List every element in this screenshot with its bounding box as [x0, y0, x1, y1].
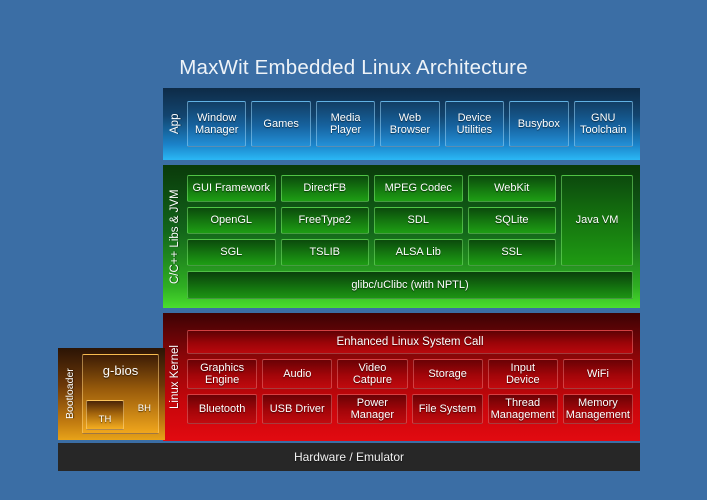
- kernel-cell-input-device[interactable]: Input Device: [487, 359, 558, 389]
- app-layer-body: Window Manager Games Media Player Web Br…: [187, 95, 633, 153]
- kernel-row-1: Graphics Engine Audio Video Catpure Stor…: [187, 359, 634, 389]
- app-cell-games[interactable]: Games: [251, 101, 311, 147]
- libs-layer-body: GUI Framework DirectFB MPEG Codec WebKit…: [187, 172, 633, 301]
- kernel-cell-storage[interactable]: Storage: [412, 359, 483, 389]
- kernel-cell-file-system[interactable]: File System: [412, 394, 483, 424]
- libs-cell-java-vm[interactable]: Java VM: [561, 174, 633, 266]
- libs-grid-left: GUI Framework DirectFB MPEG Codec WebKit…: [187, 174, 556, 266]
- kernel-cell-video-capture[interactable]: Video Catpure: [337, 359, 408, 389]
- libs-row-1: GUI Framework DirectFB MPEG Codec WebKit: [187, 174, 556, 202]
- kernel-layer-body: Enhanced Linux System Call Graphics Engi…: [187, 320, 634, 434]
- libs-layer-label: C/C++ Libs & JVM: [169, 189, 181, 284]
- libs-cell-opengl[interactable]: OpenGL: [187, 206, 276, 234]
- libs-cell-alsa-lib[interactable]: ALSA Lib: [374, 238, 463, 266]
- kernel-cell-power-manager[interactable]: Power Manager: [337, 394, 408, 424]
- app-cell-media-player[interactable]: Media Player: [315, 101, 376, 147]
- app-layer-label: App: [169, 113, 181, 135]
- kernel-cell-thread-management[interactable]: Thread Management: [487, 394, 558, 424]
- gbios-th-box[interactable]: TH: [86, 400, 124, 430]
- layer-stack: App Window Manager Games Media Player We…: [163, 88, 640, 441]
- libs-row-3: SGL TSLIB ALSA Lib SSL: [187, 238, 556, 266]
- kernel-cell-memory-management[interactable]: Memory Management: [562, 394, 633, 424]
- app-cell-window-manager[interactable]: Window Manager: [187, 101, 247, 147]
- gbios-title: g-bios: [102, 363, 139, 378]
- libs-cell-sdl[interactable]: SDL: [374, 206, 463, 234]
- libs-cell-gui-framework[interactable]: GUI Framework: [187, 174, 276, 202]
- gbios-bh-label: BH: [137, 403, 151, 414]
- libs-cell-directfb[interactable]: DirectFB: [280, 174, 369, 202]
- libs-cell-sgl[interactable]: SGL: [187, 238, 276, 266]
- kernel-cell-graphics-engine[interactable]: Graphics Engine: [187, 359, 258, 389]
- kernel-system-call-bar[interactable]: Enhanced Linux System Call: [187, 330, 633, 354]
- architecture-diagram: MaxWit Embedded Linux Architecture App W…: [0, 0, 707, 500]
- app-cell-device-utilities[interactable]: Device Utilities: [444, 101, 505, 147]
- libs-cell-freetype2[interactable]: FreeType2: [280, 206, 369, 234]
- kernel-cell-wifi[interactable]: WiFi: [562, 359, 634, 389]
- kernel-row-2: Bluetooth USB Driver Power Manager File …: [187, 394, 633, 424]
- libs-cell-ssl[interactable]: SSL: [467, 238, 556, 266]
- gbios-th-label: TH: [98, 414, 112, 425]
- libs-grid: GUI Framework DirectFB MPEG Codec WebKit…: [187, 174, 633, 266]
- app-layer: App Window Manager Games Media Player We…: [163, 88, 640, 160]
- libs-glibc-bar[interactable]: glibc/uClibc (with NPTL): [187, 270, 633, 299]
- libs-cell-sqlite[interactable]: SQLite: [467, 206, 556, 234]
- bootloader-label: Bootloader: [64, 368, 76, 420]
- app-row: Window Manager Games Media Player Web Br…: [187, 101, 633, 147]
- app-cell-gnu-toolchain[interactable]: GNU Toolchain: [573, 101, 633, 147]
- page-title: MaxWit Embedded Linux Architecture: [179, 56, 528, 79]
- bootloader-block: Bootloader g-bios BH TH: [58, 348, 165, 440]
- kernel-cell-audio[interactable]: Audio: [262, 359, 333, 389]
- app-cell-web-browser[interactable]: Web Browser: [380, 101, 440, 147]
- libs-cell-mpeg-codec[interactable]: MPEG Codec: [374, 174, 463, 202]
- kernel-layer-label: Linux Kernel: [169, 345, 181, 409]
- kernel-cell-usb-driver[interactable]: USB Driver: [262, 394, 333, 424]
- libs-layer: C/C++ Libs & JVM GUI Framework DirectFB …: [163, 165, 640, 308]
- libs-cell-webkit[interactable]: WebKit: [467, 174, 556, 202]
- app-cell-busybox[interactable]: Busybox: [509, 101, 569, 147]
- libs-cell-tslib[interactable]: TSLIB: [280, 238, 369, 266]
- libs-row-2: OpenGL FreeType2 SDL SQLite: [187, 206, 556, 234]
- kernel-layer: Linux Kernel Enhanced Linux System Call …: [163, 313, 640, 441]
- gbios-box[interactable]: g-bios BH TH: [82, 354, 159, 434]
- kernel-cell-bluetooth[interactable]: Bluetooth: [187, 394, 258, 424]
- hardware-bar: Hardware / Emulator: [58, 443, 640, 471]
